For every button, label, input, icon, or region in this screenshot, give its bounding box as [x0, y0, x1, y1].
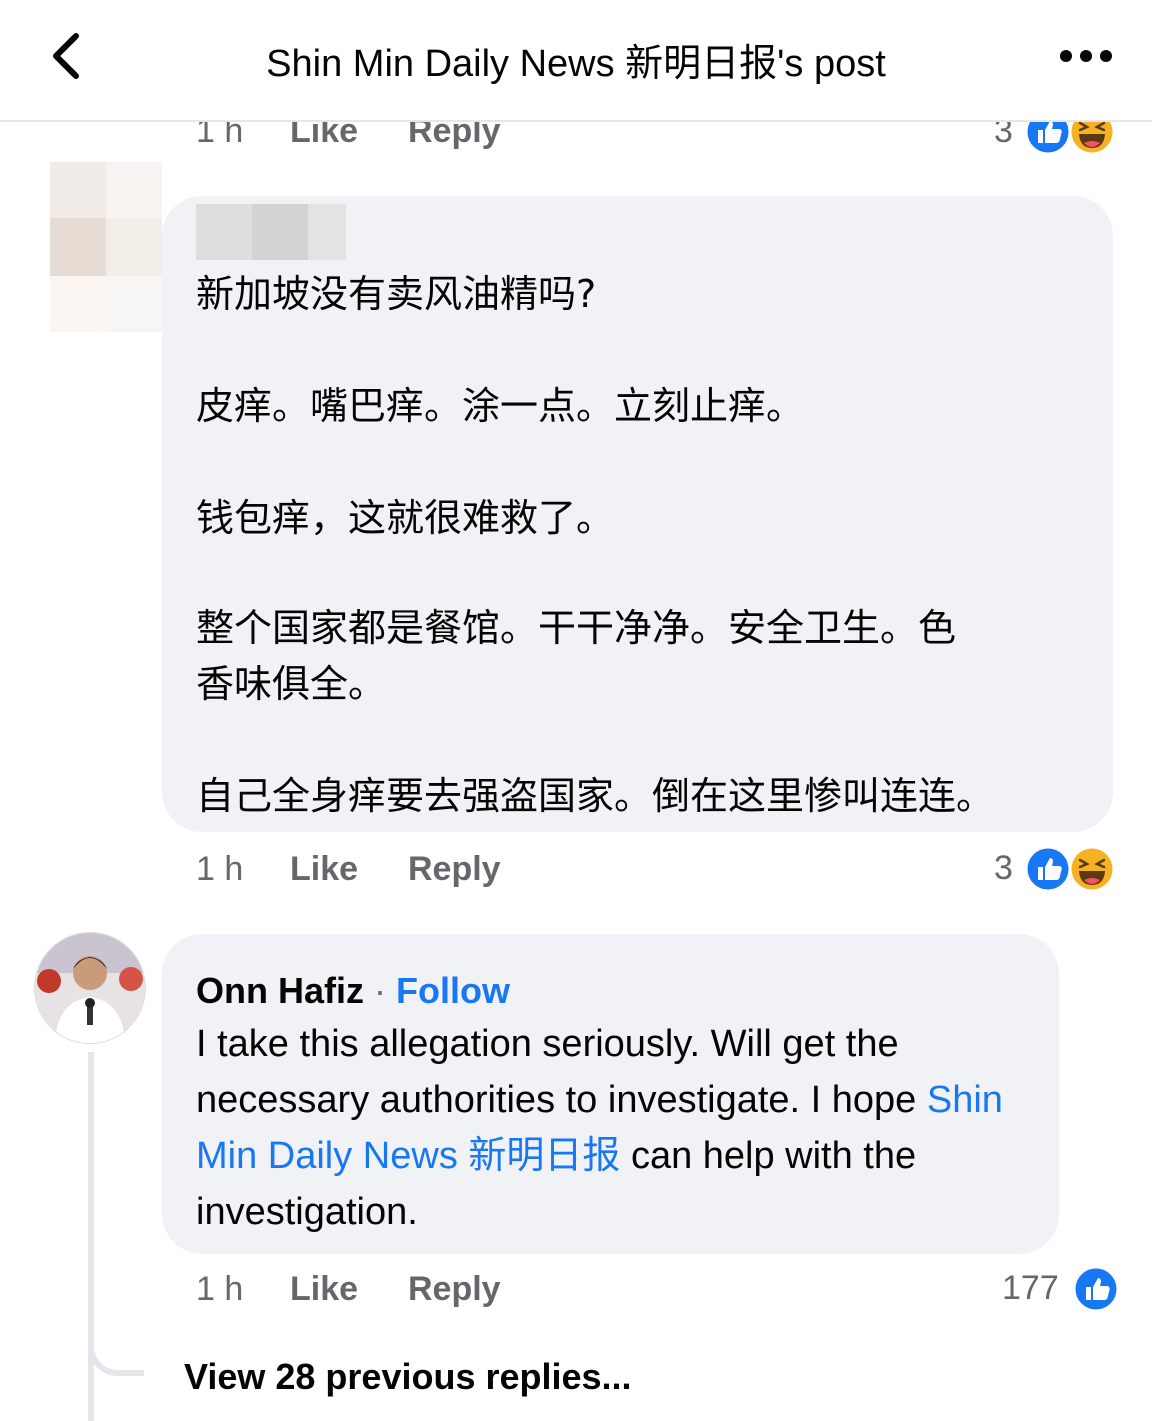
avatar[interactable]	[34, 932, 146, 1044]
thread-connector	[88, 1320, 144, 1376]
comment-time: 1 h	[196, 1270, 244, 1308]
more-options-button[interactable]	[1056, 36, 1116, 76]
reaction-summary[interactable]: 177	[1002, 1263, 1120, 1315]
comment-text: I take this allegation seriously. Will g…	[196, 1016, 1046, 1240]
thread-line	[88, 1052, 94, 1421]
reaction-summary[interactable]: 3	[994, 843, 1120, 895]
comment-text-line: 整个国家都是餐馆。干干净净。安全卫生。色	[196, 606, 957, 650]
reply-button[interactable]: Reply	[408, 850, 501, 889]
page-title: Shin Min Daily News 新明日报's post	[266, 43, 886, 85]
like-button[interactable]: Like	[290, 850, 358, 889]
comment-text-part: I take this allegation seriously. Will g…	[196, 1023, 927, 1121]
haha-reaction-icon	[1068, 845, 1116, 893]
author-name[interactable]: Onn Hafiz	[196, 970, 364, 1011]
back-button[interactable]	[40, 28, 96, 84]
comment-time: 1 h	[196, 850, 244, 888]
like-reaction-icon	[1072, 1265, 1120, 1313]
comment-bubble: 新加坡没有卖风油精吗? 皮痒。嘴巴痒。涂一点。立刻止痒。 钱包痒，这就很难救了。…	[162, 196, 1113, 832]
comment-text-line: 自己全身痒要去强盗国家。倒在这里惨叫连连。	[196, 774, 995, 818]
comment-bubble: Onn Hafiz · Follow I take this allegation …	[162, 934, 1059, 1254]
profile-photo	[35, 933, 145, 1043]
like-reaction-icon	[1024, 845, 1072, 893]
follow-button[interactable]: Follow	[396, 970, 510, 1011]
avatar[interactable]	[50, 162, 162, 332]
reaction-count: 177	[1002, 1269, 1059, 1307]
reaction-count: 3	[994, 849, 1013, 887]
comment-text-line: 新加坡没有卖风油精吗?	[196, 272, 597, 316]
reply-button[interactable]: Reply	[408, 1270, 501, 1309]
author-name-redacted	[196, 204, 346, 260]
more-dots-icon	[1060, 50, 1112, 62]
comment-text-line: 钱包痒，这就很难救了。	[196, 496, 615, 540]
comment-text-line: 香味俱全。	[196, 662, 387, 706]
top-bar: Shin Min Daily News 新明日报's post	[0, 0, 1152, 122]
separator-dot: ·	[374, 970, 386, 1011]
comment-text-line: 皮痒。嘴巴痒。涂一点。立刻止痒。	[196, 384, 805, 428]
comment-author-line: Onn Hafiz · Follow	[196, 970, 510, 1012]
chevron-left-icon	[53, 33, 79, 79]
like-button[interactable]: Like	[290, 1270, 358, 1309]
view-previous-replies-link[interactable]: View 28 previous replies...	[184, 1356, 632, 1398]
